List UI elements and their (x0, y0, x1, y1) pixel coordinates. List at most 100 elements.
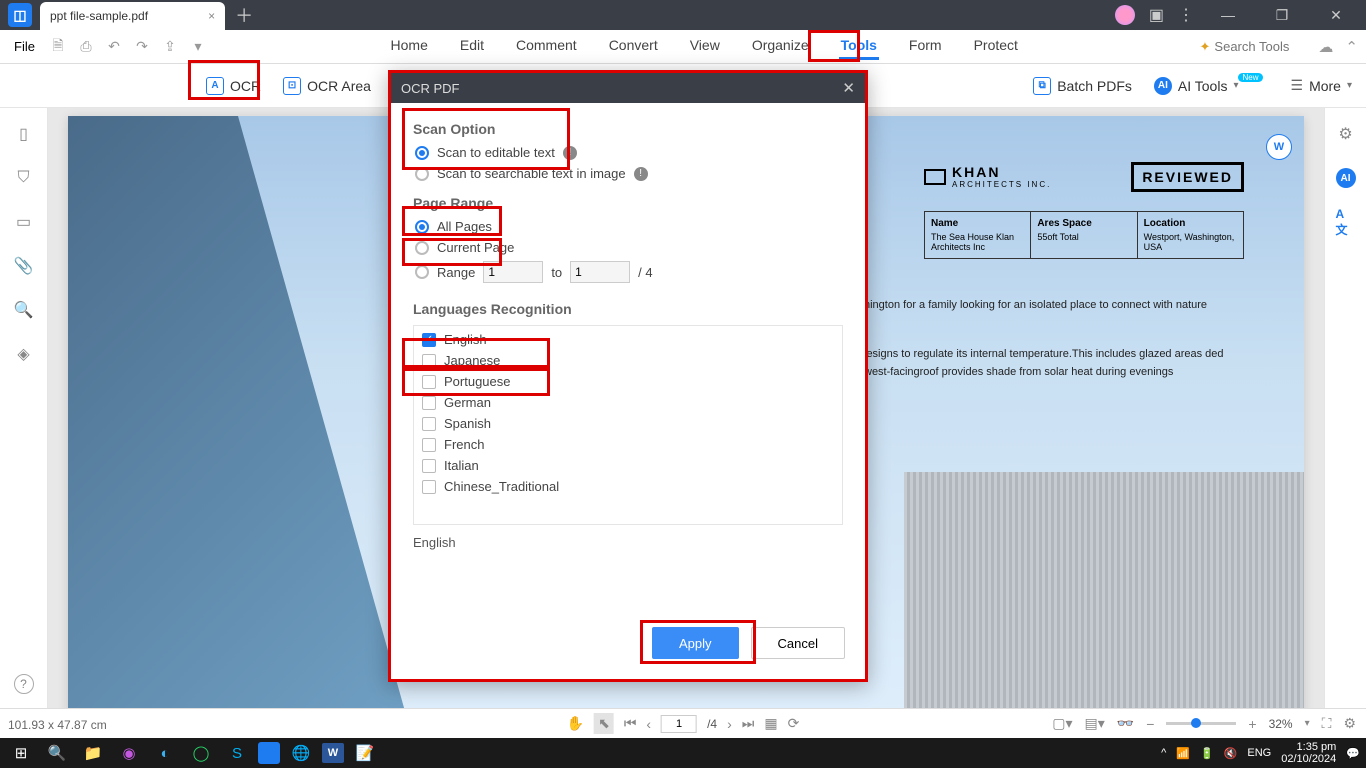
page-layout-icon[interactable]: ▦ (764, 715, 777, 732)
kebab-menu-icon[interactable]: ⋮ (1178, 5, 1194, 25)
read-mode-icon[interactable]: 👓 (1117, 715, 1134, 732)
print-icon[interactable]: ⎙ (75, 36, 97, 58)
skype-icon[interactable]: S (222, 741, 252, 765)
ocr-area-button[interactable]: ⊡ OCR Area (283, 77, 371, 95)
system-clock[interactable]: 1:35 pm 02/10/2024 (1281, 741, 1336, 765)
notepad-icon[interactable]: 📝 (350, 741, 380, 765)
fit-page-icon[interactable]: ▢▾ (1052, 715, 1072, 732)
tab-organize[interactable]: Organize (750, 33, 811, 60)
thumbnails-icon[interactable]: ▯ (14, 124, 34, 144)
start-button[interactable]: ⊞ (6, 741, 36, 765)
current-page-radio[interactable]: Current Page (415, 240, 843, 255)
batch-pdfs-button[interactable]: ⧉ Batch PDFs (1033, 77, 1132, 95)
range-to-input[interactable] (570, 261, 630, 283)
messenger-icon[interactable]: ◉ (114, 741, 144, 765)
user-avatar-icon[interactable] (1115, 5, 1135, 25)
range-from-input[interactable] (483, 261, 543, 283)
tab-tools[interactable]: Tools (839, 33, 879, 60)
taskbar-search-icon[interactable]: 🔍 (42, 741, 72, 765)
tab-home[interactable]: Home (389, 33, 430, 60)
export-word-button[interactable]: W (1266, 134, 1292, 160)
view-mode-icon[interactable]: ▤▾ (1084, 715, 1104, 732)
feedback-icon[interactable]: ▣ (1149, 5, 1164, 25)
lang-french[interactable]: French (416, 437, 842, 452)
range-row[interactable]: Range to / 4 (415, 261, 843, 283)
redo-icon[interactable]: ↷ (131, 36, 153, 58)
whatsapp-icon[interactable]: ◯ (186, 741, 216, 765)
lang-japanese[interactable]: Japanese (416, 353, 842, 368)
next-page-icon[interactable]: › (727, 716, 732, 732)
close-tab-icon[interactable]: × (208, 9, 215, 23)
search-icon[interactable]: 🔍 (14, 300, 34, 320)
lang-chinese-traditional[interactable]: Chinese_Traditional (416, 479, 842, 494)
page-number-input[interactable] (661, 715, 697, 733)
first-page-icon[interactable]: ⏮ (624, 715, 637, 732)
word-taskbar-icon[interactable]: W (322, 743, 344, 763)
comments-icon[interactable]: ▭ (14, 212, 34, 232)
document-tab[interactable]: ppt file-sample.pdf × (40, 2, 225, 30)
tab-convert[interactable]: Convert (607, 33, 660, 60)
last-page-icon[interactable]: ⏭ (742, 715, 755, 732)
tray-chevron-icon[interactable]: ^ (1161, 747, 1166, 759)
dingtalk-icon[interactable]: ◐ (150, 741, 180, 765)
attachments-icon[interactable]: 📎 (14, 256, 34, 276)
zoom-out-icon[interactable]: − (1146, 716, 1154, 732)
tab-comment[interactable]: Comment (514, 33, 579, 60)
share-icon[interactable]: ⇪ (159, 36, 181, 58)
language-list[interactable]: English Japanese Portuguese German Spani… (413, 325, 843, 525)
file-explorer-icon[interactable]: 📁 (78, 741, 108, 765)
scan-searchable-radio[interactable]: Scan to searchable text in image ! (415, 166, 843, 181)
prev-page-icon[interactable]: ‹ (646, 716, 651, 732)
settings-icon[interactable]: ⚙ (1343, 715, 1356, 732)
zoom-value[interactable]: 32% (1269, 717, 1293, 731)
zoom-slider[interactable] (1166, 722, 1236, 725)
battery-icon[interactable]: 🔋 (1200, 747, 1214, 760)
collapse-ribbon-icon[interactable]: ⌃ (1345, 38, 1358, 56)
undo-icon[interactable]: ↶ (103, 36, 125, 58)
scan-editable-radio[interactable]: Scan to editable text ! (415, 145, 843, 160)
dialog-close-button[interactable]: ✕ (842, 79, 855, 97)
ai-tools-button[interactable]: AI AI Tools ▾ New (1154, 77, 1269, 95)
file-menu[interactable]: File (8, 37, 41, 56)
save-icon[interactable]: 🗎 (47, 36, 69, 58)
help-icon[interactable]: ? (14, 674, 34, 694)
wifi-icon[interactable]: 📶 (1176, 747, 1190, 760)
lang-german[interactable]: German (416, 395, 842, 410)
cloud-icon[interactable]: ☁ (1318, 38, 1333, 56)
ai-assist-icon[interactable]: AI (1336, 168, 1356, 188)
zoom-in-icon[interactable]: + (1248, 716, 1256, 732)
properties-icon[interactable]: ⚙ (1336, 124, 1356, 144)
hand-tool-icon[interactable]: ✋ (567, 715, 584, 732)
close-window-button[interactable]: ✕ (1316, 7, 1356, 24)
rotate-icon[interactable]: ⟳ (788, 715, 800, 732)
search-tools[interactable]: ✦ (1200, 39, 1305, 55)
more-button[interactable]: ☰ More ▾ (1291, 77, 1353, 94)
translate-icon[interactable]: A文 (1336, 212, 1356, 232)
notifications-icon[interactable]: 💬 (1346, 747, 1360, 760)
volume-icon[interactable]: 🔇 (1224, 747, 1238, 760)
tab-view[interactable]: View (688, 33, 722, 60)
pdfelement-taskbar-icon[interactable] (258, 742, 280, 764)
new-tab-button[interactable]: ＋ (235, 2, 253, 28)
apply-button[interactable]: Apply (652, 627, 739, 659)
lang-portuguese[interactable]: Portuguese (416, 374, 842, 389)
search-input[interactable] (1214, 39, 1304, 54)
layers-icon[interactable]: ◈ (14, 344, 34, 364)
cancel-button[interactable]: Cancel (751, 627, 845, 659)
select-tool-icon[interactable]: ⬉ (594, 713, 614, 734)
qat-dropdown-icon[interactable]: ▾ (187, 36, 209, 58)
ime-indicator[interactable]: ENG (1247, 747, 1271, 759)
all-pages-radio[interactable]: All Pages (415, 219, 843, 234)
bookmarks-icon[interactable]: ⛉ (14, 168, 34, 188)
maximize-button[interactable]: ❐ (1262, 7, 1302, 24)
ocr-button[interactable]: A OCR (206, 77, 261, 95)
tab-form[interactable]: Form (907, 33, 944, 60)
chrome-icon[interactable]: 🌐 (286, 741, 316, 765)
fullscreen-icon[interactable]: ⛶ (1322, 715, 1332, 732)
minimize-button[interactable]: — (1208, 7, 1248, 23)
tab-edit[interactable]: Edit (458, 33, 486, 60)
info-icon[interactable]: ! (634, 167, 648, 181)
lang-spanish[interactable]: Spanish (416, 416, 842, 431)
tab-protect[interactable]: Protect (972, 33, 1020, 60)
lang-english[interactable]: English (416, 332, 842, 347)
